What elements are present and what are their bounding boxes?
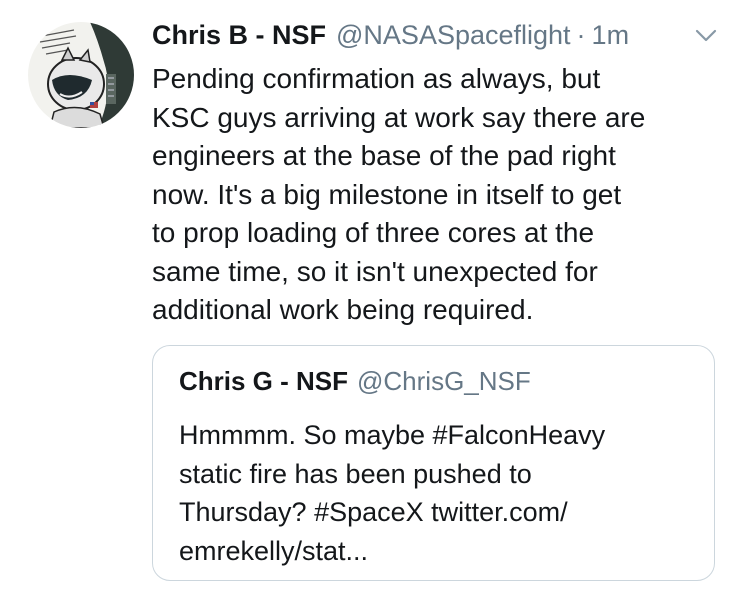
separator-dot: ·: [576, 20, 586, 50]
tweet-text: Pending confirmation as always, but KSC …: [152, 63, 646, 325]
quoted-display-name: Chris G - NSF: [179, 366, 349, 396]
chevron-down-icon[interactable]: [695, 28, 717, 44]
quoted-user-handle: @ChrisG_NSF: [357, 366, 531, 396]
quoted-tweet-text: Hmmmm. So maybe #FalconHeavy static fire…: [179, 420, 606, 566]
display-name[interactable]: Chris B - NSF: [152, 20, 326, 51]
timestamp[interactable]: 1m: [592, 20, 630, 51]
user-handle[interactable]: @NASASpaceflight: [336, 20, 571, 51]
quoted-tweet-header: Chris G - NSF @ChrisG_NSF: [179, 366, 531, 397]
avatar[interactable]: [28, 22, 134, 128]
cartoon-astronaut-avatar-icon: [28, 22, 134, 128]
tweet[interactable]: Chris B - NSF @NASASpaceflight · 1m Pend…: [0, 0, 750, 598]
tweet-header: Chris B - NSF @NASASpaceflight · 1m: [152, 20, 732, 54]
quoted-tweet-card[interactable]: Chris G - NSF @ChrisG_NSF Hmmmm. So mayb…: [152, 345, 715, 581]
